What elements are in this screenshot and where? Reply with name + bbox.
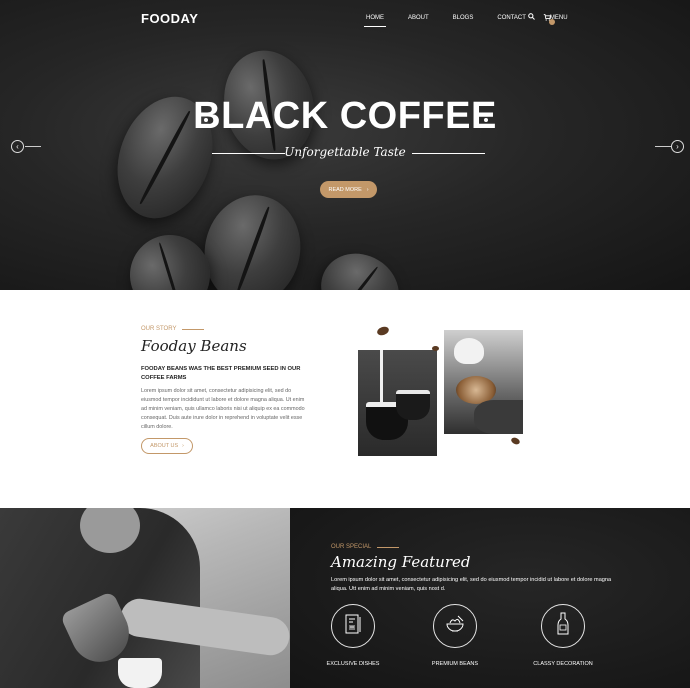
top-navigation: FOODAY HOME ABOUT BLOGS CONTACT MENU <box>0 0 690 38</box>
feature-icon-circle <box>541 604 585 648</box>
menu-card-icon <box>343 613 363 640</box>
about-section: OUR STORY Fooday Beans FOODAY BEANS WAS … <box>0 290 690 508</box>
featured-body: Lorem ipsum dolor sit amet, consectetur … <box>331 577 612 592</box>
milk-pour-stream <box>380 350 383 408</box>
hero-title: BLACK COFFEE <box>193 95 497 137</box>
espresso-cup-image <box>118 658 162 688</box>
nav-blogs[interactable]: BLOGS <box>453 15 474 24</box>
featured-title: Amazing Featured <box>331 553 471 571</box>
nav-about[interactable]: ABOUT <box>408 15 429 24</box>
hand-image <box>474 400 523 434</box>
feature-label: PREMIUM BEANS <box>431 661 479 667</box>
subtitle-divider-right <box>412 153 485 154</box>
about-title: Fooday Beans <box>141 337 247 355</box>
read-more-label: READ MORE <box>328 186 362 193</box>
coffee-bean-image <box>375 325 391 337</box>
feature-exclusive-dishes[interactable]: EXCLUSIVE DISHES <box>313 604 393 667</box>
next-line <box>655 146 671 147</box>
site-logo[interactable]: FOODAY <box>141 11 198 26</box>
coffee-cup-photo <box>358 350 437 456</box>
barista-photo <box>0 508 290 688</box>
feature-label: EXCLUSIVE DISHES <box>326 661 380 667</box>
about-subheading: FOODAY BEANS WAS THE BEST PREMIUM SEED I… <box>141 366 301 381</box>
feature-icon-circle <box>331 604 375 648</box>
coffee-cup-image <box>396 390 430 420</box>
feature-premium-beans[interactable]: PREMIUM BEANS <box>415 604 495 667</box>
about-us-button[interactable]: ABOUT US › <box>141 438 193 454</box>
chevron-left-icon: ‹ <box>16 142 19 151</box>
title-dot-right <box>484 118 488 122</box>
about-body: Lorem ipsum dolor sit amet, consectetur … <box>141 388 305 430</box>
coffee-bean-image <box>510 436 521 446</box>
coffee-bean-image <box>194 186 311 290</box>
bowl-icon <box>444 614 466 639</box>
feature-classy-decoration[interactable]: CLASSY DECORATION <box>523 604 603 667</box>
coffee-bean-image <box>307 239 413 290</box>
featured-section: OUR SPECIAL Amazing Featured Lorem ipsum… <box>290 508 690 688</box>
hero-section: FOODAY HOME ABOUT BLOGS CONTACT MENU BLA… <box>0 0 690 290</box>
read-more-button[interactable]: READ MORE › <box>320 181 377 198</box>
latte-art-photo <box>444 330 523 434</box>
nav-contact[interactable]: CONTACT <box>497 15 526 24</box>
feature-label: CLASSY DECORATION <box>533 661 593 667</box>
coffee-bean-image <box>432 346 439 351</box>
featured-eyebrow: OUR SPECIAL <box>331 544 399 550</box>
chevron-right-icon: › <box>182 443 184 449</box>
wine-bottle-icon <box>556 612 570 641</box>
nav-home[interactable]: HOME <box>364 15 386 27</box>
hero-subtitle: Unforgettable Taste <box>284 145 406 159</box>
about-eyebrow: OUR STORY <box>141 326 204 332</box>
milk-pitcher-image <box>454 338 484 364</box>
prev-line <box>25 146 41 147</box>
chevron-right-icon: › <box>366 186 369 193</box>
cart-count-badge <box>549 19 555 25</box>
slider-prev-button[interactable]: ‹ <box>11 140 24 153</box>
feature-icon-circle <box>433 604 477 648</box>
chevron-right-icon: › <box>676 142 679 151</box>
about-us-label: ABOUT US <box>150 443 179 449</box>
main-menu: HOME ABOUT BLOGS CONTACT MENU <box>364 15 592 27</box>
slider-next-button[interactable]: › <box>671 140 684 153</box>
search-icon[interactable] <box>528 13 535 22</box>
